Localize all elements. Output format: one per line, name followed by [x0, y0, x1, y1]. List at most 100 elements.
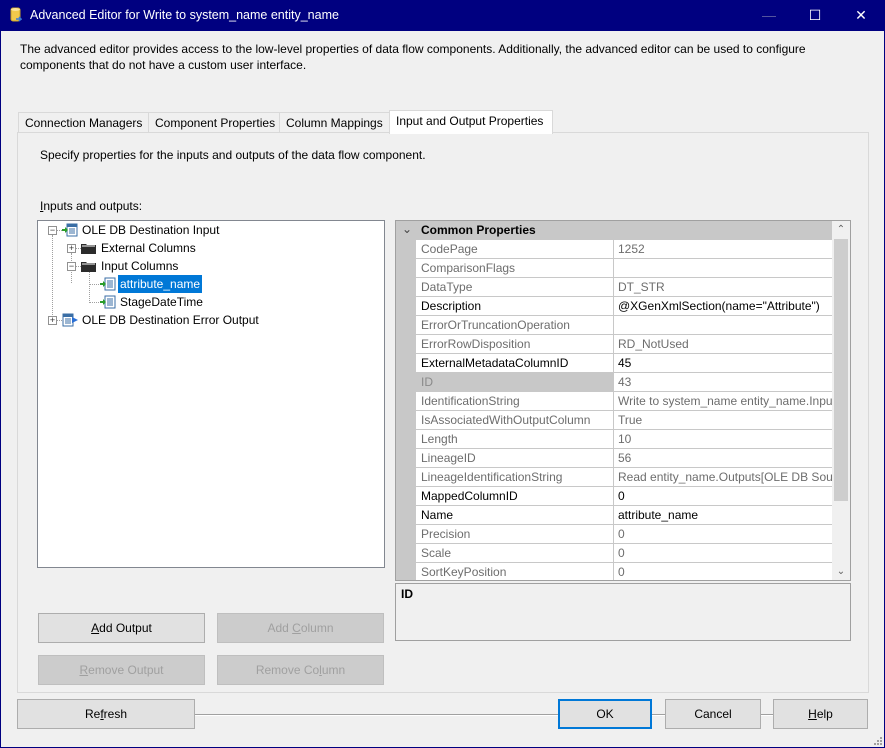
- scroll-up-arrow[interactable]: ⌃: [832, 221, 850, 238]
- dialog-client: The advanced editor provides access to t…: [1, 31, 884, 747]
- property-value: [614, 316, 832, 334]
- help-button[interactable]: Help: [773, 699, 868, 729]
- property-value[interactable]: 45: [614, 354, 832, 372]
- property-row[interactable]: ErrorOrTruncationOperation: [416, 316, 832, 335]
- property-value[interactable]: 0: [614, 487, 832, 505]
- tab-component-properties[interactable]: Component Properties: [148, 112, 280, 133]
- property-name[interactable]: Precision: [416, 525, 613, 543]
- tab-connection-managers[interactable]: Connection Managers: [18, 112, 149, 133]
- property-row[interactable]: CodePage 1252: [416, 240, 832, 259]
- property-value: RD_NotUsed: [614, 335, 832, 353]
- tab-input-output-properties[interactable]: Input and Output Properties: [389, 110, 553, 134]
- property-row[interactable]: MappedColumnID 0: [416, 487, 832, 506]
- scroll-down-arrow[interactable]: ⌄: [832, 563, 850, 580]
- button-label: dd Output: [99, 621, 152, 635]
- category-common-properties[interactable]: ⌄ Common Properties: [396, 221, 832, 239]
- property-grid[interactable]: ⌄ Common Properties CodePage 1252 Comparis…: [395, 220, 851, 581]
- property-name[interactable]: MappedColumnID: [416, 487, 613, 505]
- maximize-button[interactable]: ☐: [792, 0, 838, 31]
- property-name[interactable]: SortKeyPosition: [416, 563, 613, 580]
- tree-node-label: Input Columns: [101, 259, 179, 273]
- property-value: 0: [614, 525, 832, 543]
- property-value: Write to system_name entity_name.Input: [614, 392, 832, 410]
- property-row[interactable]: Scale 0: [416, 544, 832, 563]
- chevron-down-icon[interactable]: ⌄: [402, 221, 412, 238]
- property-description-title: ID: [401, 587, 413, 601]
- property-value: 10: [614, 430, 832, 448]
- tree-node-label: OLE DB Destination Input: [82, 223, 220, 237]
- property-row[interactable]: Precision 0: [416, 525, 832, 544]
- property-row[interactable]: ID 43: [416, 373, 832, 392]
- property-row[interactable]: IsAssociatedWithOutputColumn True: [416, 411, 832, 430]
- property-name[interactable]: CodePage: [416, 240, 613, 258]
- collapse-icon[interactable]: −: [48, 226, 57, 235]
- ok-button[interactable]: OK: [558, 699, 652, 729]
- property-row[interactable]: LineageIdentificationString Read entity_n…: [416, 468, 832, 487]
- cancel-button[interactable]: Cancel: [665, 699, 761, 729]
- property-name[interactable]: Length: [416, 430, 613, 448]
- inputs-outputs-tree[interactable]: − OLE DB Destination Input + External Co…: [37, 220, 385, 568]
- property-value: True: [614, 411, 832, 429]
- property-value: 1252: [614, 240, 832, 258]
- property-row[interactable]: IdentificationString Write to system_name…: [416, 392, 832, 411]
- property-name[interactable]: LineageID: [416, 449, 613, 467]
- property-name[interactable]: ErrorOrTruncationOperation: [416, 316, 613, 334]
- property-name[interactable]: ComparisonFlags: [416, 259, 613, 277]
- property-row[interactable]: Description @XGenXmlSection(name="Attribu…: [416, 297, 832, 316]
- property-name[interactable]: Scale: [416, 544, 613, 562]
- property-name[interactable]: Description: [416, 297, 613, 315]
- inputs-outputs-label: Inputs and outputs:: [40, 199, 142, 213]
- button-label: emove Output: [88, 663, 164, 677]
- button-label: Add: [267, 621, 293, 635]
- property-row[interactable]: DataType DT_STR: [416, 278, 832, 297]
- expand-icon[interactable]: +: [67, 244, 76, 253]
- property-name[interactable]: IsAssociatedWithOutputColumn: [416, 411, 613, 429]
- property-name[interactable]: ExternalMetadataColumnID: [416, 354, 613, 372]
- tab-column-mappings[interactable]: Column Mappings: [279, 112, 390, 133]
- remove-output-button[interactable]: Remove Output: [38, 655, 205, 685]
- tree-line: [89, 302, 99, 303]
- add-output-button[interactable]: Add Output: [38, 613, 205, 643]
- property-value[interactable]: @XGenXmlSection(name="Attribute"): [614, 297, 832, 315]
- property-name[interactable]: IdentificationString: [416, 392, 613, 410]
- tab-panel: Specify properties for the inputs and ou…: [17, 132, 869, 693]
- button-label: Remove Co: [255, 663, 320, 677]
- close-button[interactable]: ✕: [838, 0, 884, 31]
- column-icon: [100, 277, 116, 291]
- collapse-icon[interactable]: −: [67, 262, 76, 271]
- tree-node-label: StageDateTime: [120, 295, 203, 309]
- tree-line: [89, 271, 90, 303]
- add-column-button[interactable]: Add Column: [217, 613, 384, 643]
- label-text: nputs and outputs:: [43, 199, 143, 213]
- tree-node-label: OLE DB Destination Error Output: [82, 313, 259, 327]
- minimize-button[interactable]: —: [746, 0, 792, 31]
- button-label: umn: [321, 663, 346, 677]
- property-value[interactable]: attribute_name: [614, 506, 832, 524]
- tree-node-label: External Columns: [101, 241, 196, 255]
- property-row[interactable]: ExternalMetadataColumnID 45: [416, 354, 832, 373]
- property-row[interactable]: Length 10: [416, 430, 832, 449]
- property-row[interactable]: Name attribute_name: [416, 506, 832, 525]
- property-name[interactable]: DataType: [416, 278, 613, 296]
- property-name[interactable]: ErrorRowDisposition: [416, 335, 613, 353]
- property-row[interactable]: SortKeyPosition 0: [416, 563, 832, 580]
- property-name[interactable]: Name: [416, 506, 613, 524]
- property-name[interactable]: LineageIdentificationString: [416, 468, 613, 486]
- property-grid-scrollbar[interactable]: ⌃ ⌄: [832, 221, 850, 580]
- refresh-button[interactable]: Refresh: [17, 699, 195, 729]
- folder-icon: [81, 244, 96, 254]
- resize-grip-icon[interactable]: [872, 735, 882, 745]
- database-icon: [10, 7, 22, 22]
- property-value: 43: [614, 373, 832, 391]
- property-row[interactable]: LineageID 56: [416, 449, 832, 468]
- property-row[interactable]: ErrorRowDisposition RD_NotUsed: [416, 335, 832, 354]
- property-row[interactable]: ComparisonFlags: [416, 259, 832, 278]
- input-icon: [62, 223, 78, 237]
- expand-icon[interactable]: +: [48, 316, 57, 325]
- scroll-thumb[interactable]: [834, 239, 848, 501]
- mnemonic: A: [91, 621, 100, 635]
- property-value: 0: [614, 544, 832, 562]
- property-value: Read entity_name.Outputs[OLE DB Source: [614, 468, 832, 486]
- remove-column-button[interactable]: Remove Column: [217, 655, 384, 685]
- property-name[interactable]: ID: [416, 373, 613, 391]
